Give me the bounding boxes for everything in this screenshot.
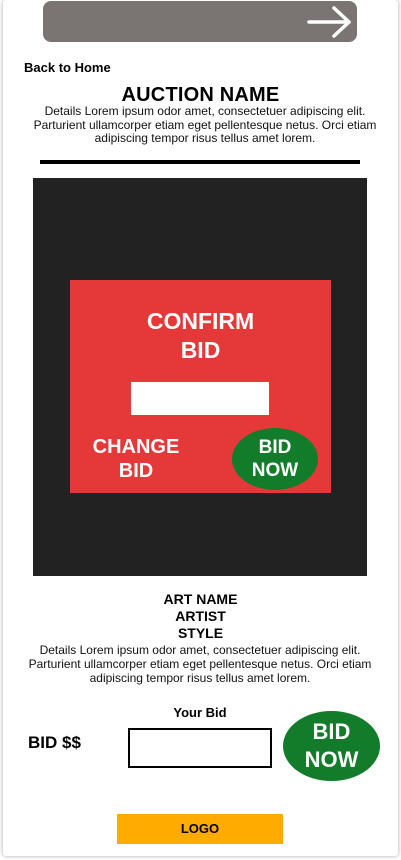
modal-bid-now-button[interactable]: BID NOW bbox=[232, 428, 318, 490]
modal-bid-now-line1: BID bbox=[258, 437, 292, 458]
change-bid-line1: CHANGE bbox=[92, 436, 180, 458]
confirm-bid-modal: CONFIRM BID CHANGE BID BID NOW bbox=[70, 280, 331, 493]
bid-now-button[interactable]: BID NOW bbox=[283, 711, 380, 781]
art-name: ART NAME bbox=[163, 591, 238, 607]
bid-now-line1: BID bbox=[312, 719, 351, 744]
confirm-bid-title-line2: BID bbox=[180, 337, 221, 363]
confirm-bid-title: CONFIRM BID bbox=[70, 307, 331, 365]
bid-amount-label: BID $$ bbox=[28, 733, 81, 752]
modal-bid-now-line2: NOW bbox=[251, 460, 299, 481]
auction-details: Details Lorem ipsum odor amet, consectet… bbox=[33, 104, 377, 145]
art-details: Details Lorem ipsum odor amet, consectet… bbox=[28, 643, 372, 685]
arrow-right-icon[interactable] bbox=[307, 5, 353, 39]
logo: LOGO bbox=[117, 814, 283, 844]
art-info: ART NAME ARTIST STYLE bbox=[0, 591, 401, 642]
confirm-bid-amount-input[interactable] bbox=[131, 382, 269, 415]
bid-amount-input[interactable] bbox=[128, 728, 272, 768]
confirm-bid-title-line1: CONFIRM bbox=[146, 308, 255, 334]
back-to-home-link[interactable]: Back to Home bbox=[24, 60, 111, 75]
art-style: STYLE bbox=[177, 625, 224, 641]
change-bid-line2: BID bbox=[118, 460, 154, 482]
your-bid-label: Your Bid bbox=[173, 705, 227, 720]
artist-name: ARTIST bbox=[175, 608, 226, 624]
change-bid-button[interactable]: CHANGE BID bbox=[82, 435, 190, 483]
bid-now-line2: NOW bbox=[304, 747, 359, 772]
divider bbox=[40, 160, 360, 164]
top-bar bbox=[43, 1, 357, 42]
